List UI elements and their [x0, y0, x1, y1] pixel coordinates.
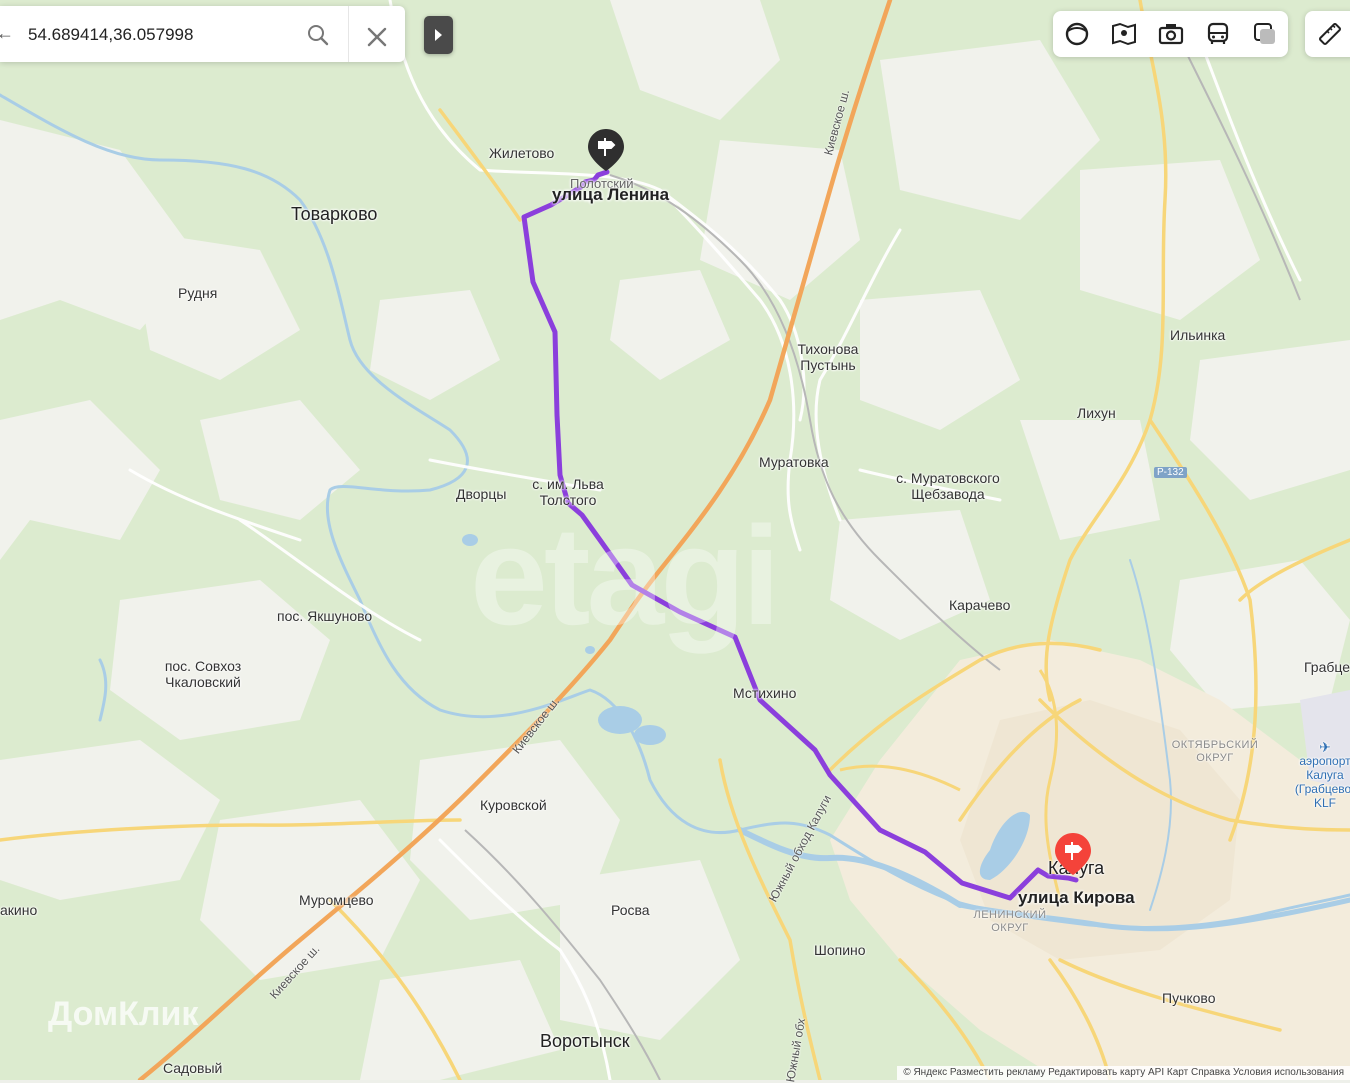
district-leninsky-line2: ОКРУГ [991, 922, 1029, 934]
place-tovarkovo: Товарково [291, 204, 378, 224]
collapse-panel-button[interactable] [424, 16, 453, 54]
search-icon[interactable] [305, 22, 331, 48]
layers-square-icon [1253, 23, 1275, 44]
search-panel: ← [0, 6, 405, 62]
place-likhun: Лихун [1077, 405, 1116, 421]
district-leninsky-line1: ЛЕНИНСКИЙ [973, 909, 1047, 921]
place-muratovsky-line1: с. Муратовского [896, 470, 1000, 486]
place-ilinka: Ильинка [1170, 327, 1226, 343]
airport-kaluga[interactable]: ✈ аэропорт Калуга (Грабцево) KLF [1290, 740, 1350, 810]
place-sovkhoz-chkalovsky: пос. Совхоз Чкаловский [150, 658, 256, 690]
airport-line1: аэропорт [1299, 754, 1350, 768]
airport-line4: KLF [1313, 796, 1336, 810]
place-dvortsy: Дворцы [456, 486, 507, 502]
place-tikhonova: Тихонова [797, 341, 859, 357]
place-karachevo: Карачево [949, 597, 1011, 613]
back-arrow-icon[interactable]: ← [0, 23, 14, 44]
place-tolstogo-line2: Толстого [539, 492, 597, 508]
district-leninsky: ЛЕНИНСКИЙ ОКРУГ [962, 909, 1058, 935]
camera-icon [1158, 24, 1183, 45]
airport-icon: ✈ [1319, 739, 1331, 755]
ruler-icon [1319, 23, 1341, 45]
place-rudnya: Рудня [178, 285, 218, 301]
place-yakshunovo: пос. Якшуново [277, 608, 373, 624]
place-puchkovo: Пучково [1162, 990, 1216, 1006]
layer-mode-button[interactable] [1241, 11, 1288, 57]
map-footer-links[interactable]: © Яндекс Разместить рекламу Редактироват… [897, 1066, 1350, 1080]
place-muratovka: Муратовка [759, 454, 829, 470]
panorama-button[interactable] [1100, 11, 1147, 57]
place-tolstogo-line1: с. им. Льва [532, 476, 604, 492]
road-badge-r132: Р-132 [1154, 467, 1187, 478]
route-start-label: улица Ленина [552, 185, 670, 204]
route-end-pin[interactable] [1053, 831, 1093, 879]
bus-icon [1207, 22, 1228, 44]
district-oktyabrsky-line2: ОКРУГ [1196, 752, 1234, 764]
airport-line2: Калуга [1306, 768, 1344, 782]
route-end-label: улица Кирова [1018, 888, 1135, 907]
ruler-button[interactable] [1305, 11, 1350, 57]
layers-button[interactable] [1053, 11, 1100, 57]
place-muratovsky-line2: Щебзавода [911, 486, 985, 502]
place-chkalovsky-line2: Чкаловский [165, 674, 241, 690]
chevron-right-icon [435, 29, 442, 41]
place-sadovy: Садовый [163, 1060, 223, 1076]
district-oktyabrsky: ОКТЯБРЬСКИЙ ОКРУГ [1165, 739, 1265, 765]
place-shopino: Шопино [814, 942, 866, 958]
panorama-icon [1111, 22, 1136, 46]
route-start-pin[interactable] [586, 127, 626, 175]
district-oktyabrsky-line1: ОКТЯБРЬСКИЙ [1171, 739, 1259, 751]
etagi-watermark: etagi [470, 497, 781, 654]
place-rosva: Росва [611, 902, 650, 918]
search-separator [348, 6, 349, 62]
place-im-lva-tolstogo: с. им. Льва Толстого [525, 476, 611, 508]
domklik-watermark: ДомКлик [48, 995, 199, 1033]
place-akino: акино [0, 902, 38, 918]
map-layers-toolbar [1053, 11, 1288, 57]
search-input[interactable] [26, 20, 300, 50]
place-chkalovsky-line1: пос. Совхоз [164, 658, 242, 674]
airport-line3: (Грабцево) [1294, 782, 1350, 796]
transport-button[interactable] [1194, 11, 1241, 57]
place-muromtsevo: Муромцево [299, 892, 374, 908]
place-muratovsky-zavod: с. Муратовского Щебзавода [888, 470, 1008, 502]
close-icon[interactable] [364, 24, 390, 50]
place-pustyn: Пустынь [800, 357, 856, 373]
place-mstikhino: Мстихино [733, 685, 797, 701]
place-zhiletovo: Жилетово [489, 145, 555, 161]
layers-icon [1065, 22, 1088, 46]
place-kurovskoy: Куровской [480, 797, 547, 813]
camera-button[interactable] [1147, 11, 1194, 57]
place-vorotynsk: Воротынск [540, 1031, 630, 1051]
place-grabtsevo: Грабце [1304, 659, 1350, 675]
place-tikhonova-pustyn: Тихонова Пустынь [790, 341, 866, 373]
